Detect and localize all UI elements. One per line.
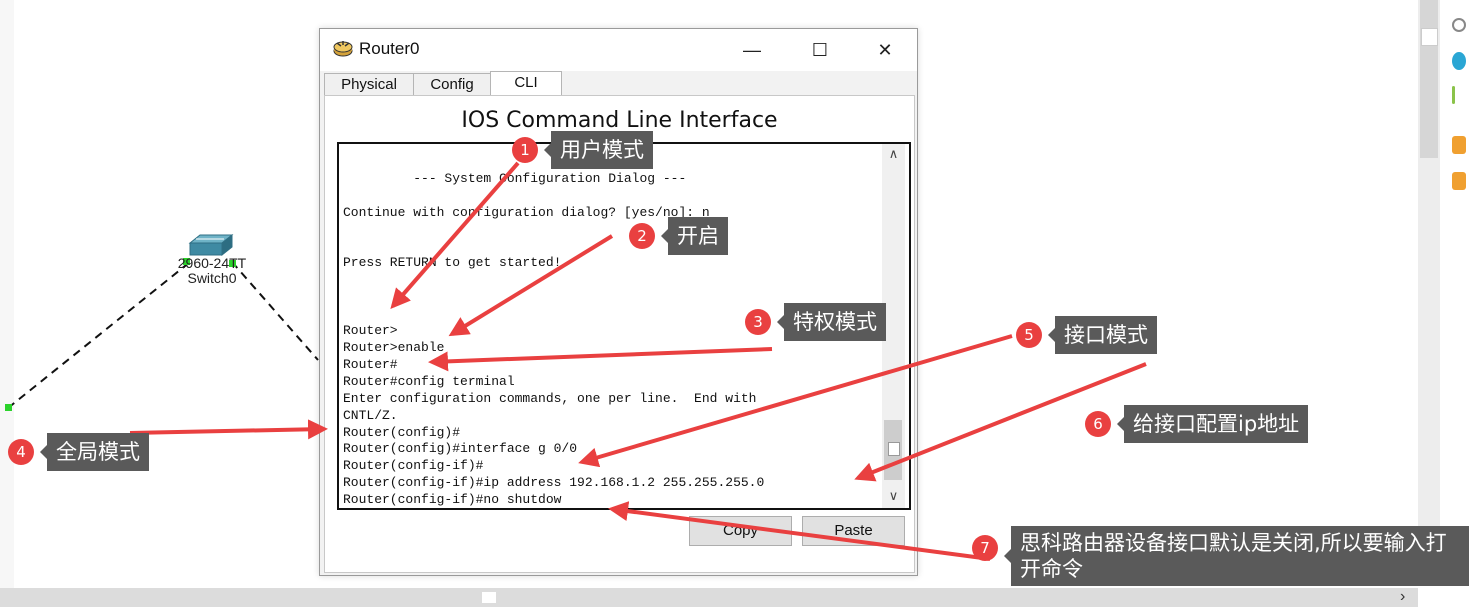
tab-cli[interactable]: CLI — [490, 71, 562, 98]
switch-label: 2960-24TT Switch0 — [166, 256, 258, 286]
scroll-handle[interactable] — [482, 592, 496, 603]
tab-physical[interactable]: Physical — [324, 73, 414, 97]
pdu-icon[interactable] — [1452, 136, 1466, 154]
scroll-thumb[interactable] — [1420, 0, 1438, 158]
terminal-line: Router(config)# — [343, 424, 461, 440]
workspace-horizontal-scrollbar[interactable]: › — [0, 588, 1418, 607]
terminal-line: Router>enable — [343, 339, 445, 355]
search-icon[interactable] — [1452, 18, 1466, 32]
terminal-line: --- System Configuration Dialog --- — [343, 170, 687, 186]
annotation-label-5: 接口模式 — [1048, 316, 1157, 354]
scroll-down-icon[interactable]: ∨ — [882, 488, 905, 504]
complex-pdu-icon[interactable] — [1452, 172, 1466, 190]
move-icon[interactable] — [1452, 86, 1455, 104]
switch-name: Switch0 — [187, 270, 237, 286]
tab-config[interactable]: Config — [413, 73, 491, 97]
scroll-thumb[interactable] — [884, 420, 902, 480]
router-window: Router0 — ☐ ✕ Physical Config CLI IOS Co… — [319, 28, 918, 576]
annotation-number-6: 6 — [1085, 411, 1111, 437]
annotation-label-6: 给接口配置ip地址 — [1116, 405, 1309, 443]
terminal-line: CNTL/Z. — [343, 407, 398, 423]
scroll-handle[interactable] — [1421, 28, 1438, 46]
terminal-line: Router(config-if)#no shutdow — [343, 492, 562, 508]
cli-heading: IOS Command Line Interface — [461, 108, 778, 133]
link-status-dot — [5, 404, 12, 411]
note-icon[interactable] — [1452, 52, 1466, 70]
scroll-right-icon[interactable]: › — [1400, 588, 1405, 606]
workspace-vertical-scrollbar[interactable] — [1418, 0, 1440, 580]
annotation-number-7: 7 — [972, 535, 998, 561]
annotation-number-3: 3 — [745, 309, 771, 335]
annotation-number-5: 5 — [1016, 322, 1042, 348]
terminal-line: Router(config)#interface g 0/0 — [343, 441, 578, 457]
close-button[interactable]: ✕ — [865, 35, 905, 65]
terminal-line: Press RETURN to get started! — [343, 255, 562, 271]
annotation-number-1: 1 — [512, 137, 538, 163]
minimize-button[interactable]: — — [732, 35, 772, 65]
copy-button[interactable]: Copy — [689, 516, 792, 546]
window-title: Router0 — [359, 39, 420, 58]
terminal-line: Router(config-if)# — [343, 458, 484, 474]
router-icon — [333, 41, 353, 57]
switch-model: 2960-24TT — [177, 255, 247, 271]
right-toolbar — [1444, 0, 1474, 607]
paste-button[interactable]: Paste — [802, 516, 905, 546]
terminal-line: Continue with configuration dialog? [yes… — [343, 204, 710, 220]
annotation-label-4: 全局模式 — [40, 433, 149, 471]
terminal-line: Router(config-if)#ip address 192.168.1.2… — [343, 475, 765, 491]
workspace-left-strip — [0, 0, 14, 607]
terminal-line: Router#config terminal — [343, 373, 515, 389]
maximize-button[interactable]: ☐ — [800, 35, 840, 65]
annotation-number-2: 2 — [629, 223, 655, 249]
annotation-label-2: 开启 — [661, 217, 728, 255]
scroll-up-icon[interactable]: ∧ — [882, 146, 905, 162]
terminal-line: Enter configuration commands, one per li… — [343, 390, 757, 406]
annotation-label-1: 用户模式 — [544, 131, 653, 169]
annotation-label-3: 特权模式 — [777, 303, 886, 341]
terminal-line: Router# — [343, 356, 398, 372]
annotation-label-7: 思科路由器设备接口默认是关闭,所以要输入打开命令 — [1004, 526, 1469, 586]
annotation-number-4: 4 — [8, 439, 34, 465]
window-titlebar[interactable]: Router0 — ☐ ✕ — [320, 29, 917, 71]
